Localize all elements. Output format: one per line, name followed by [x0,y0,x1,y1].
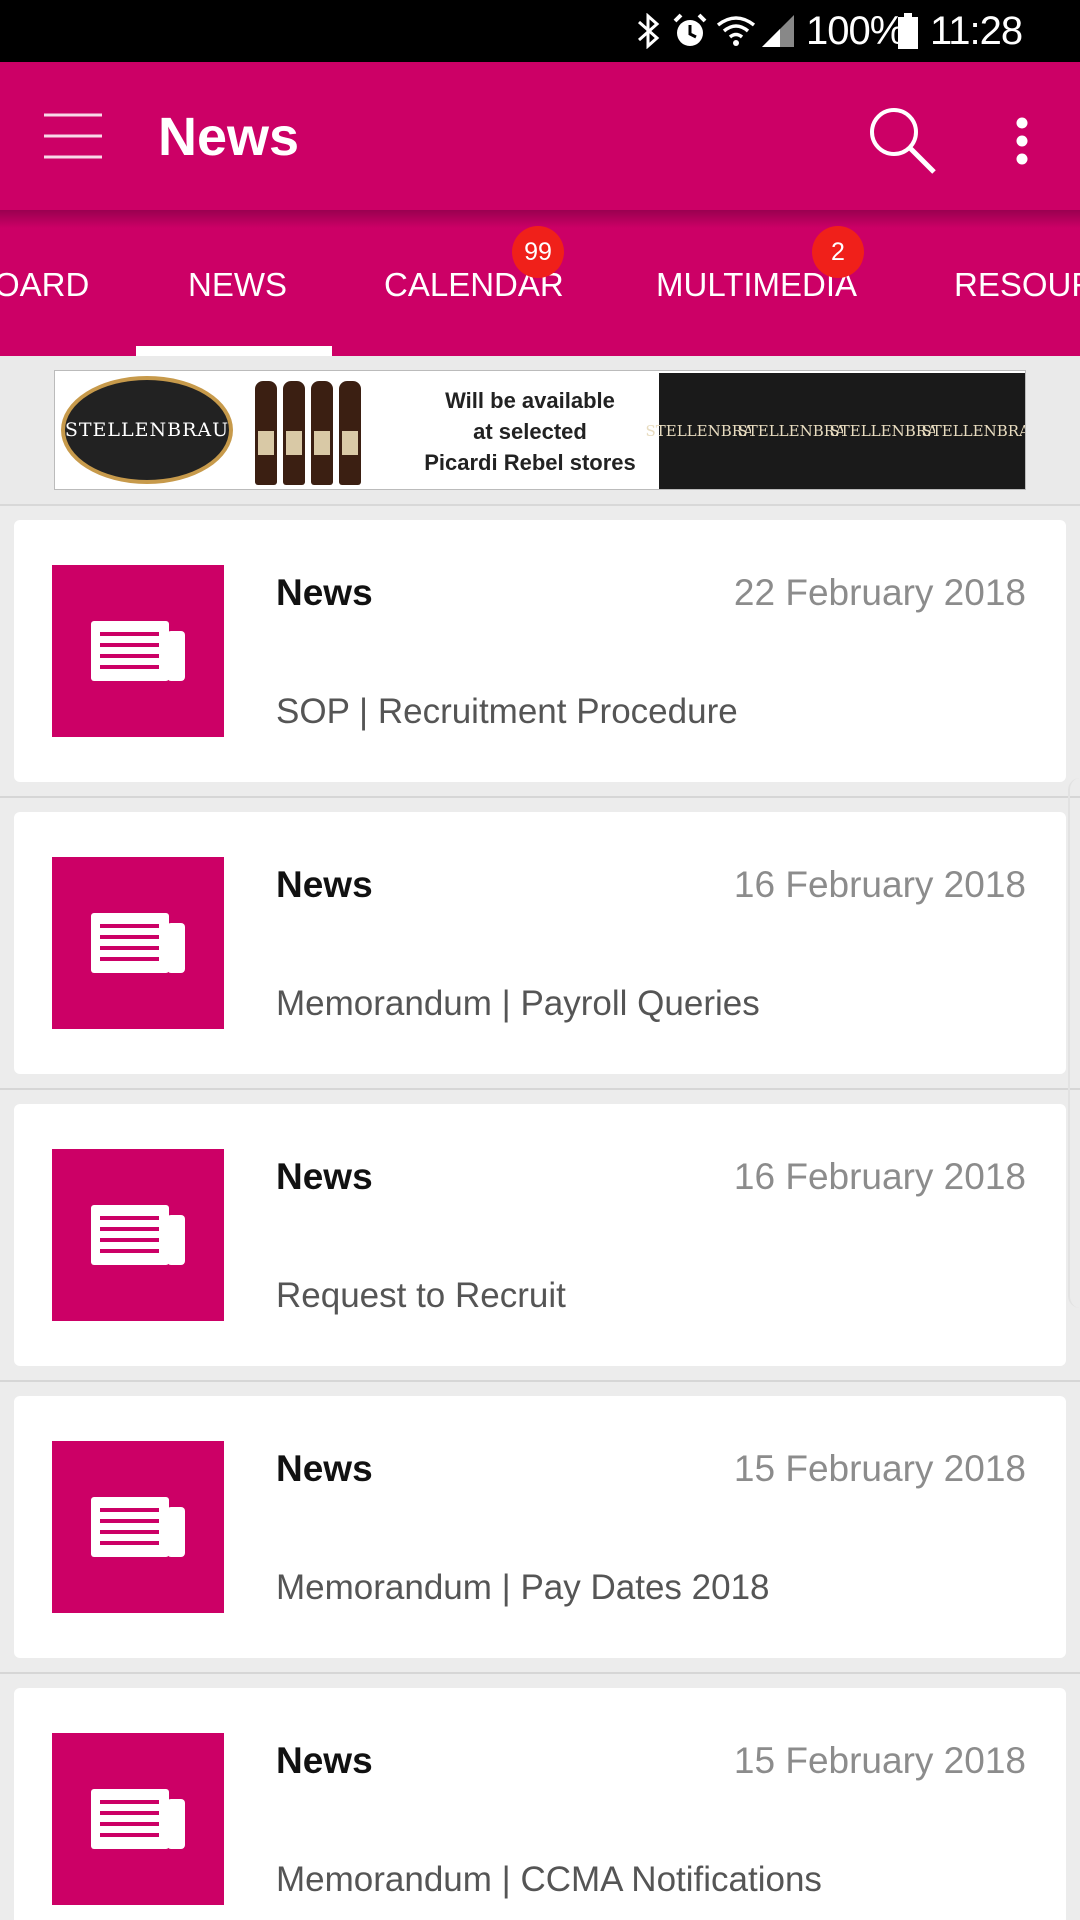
banner-text-line: at selected [473,419,587,444]
clock: 11:28 [930,8,1023,53]
calendar-badge: 99 [512,226,564,278]
news-card[interactable]: News 16 February 2018 Request to Recruit [14,1104,1066,1366]
ad-banner[interactable]: STELLENBRAU Will be available at selecte… [54,370,1026,490]
news-card[interactable]: News 22 February 2018 SOP | Recruitment … [14,520,1066,782]
news-category: News [276,572,373,613]
bluetooth-icon [636,0,662,62]
news-card[interactable]: News 16 February 2018 Memorandum | Payro… [14,812,1066,1074]
bottle-image [283,381,305,485]
news-title: SOP | Recruitment Procedure [276,692,738,731]
news-category: News [276,864,373,905]
wifi-icon [716,0,756,62]
newspaper-icon [52,565,224,737]
beer-label: STELLENBRAU [921,373,1025,489]
newspaper-icon [52,1441,224,1613]
brand-logo-text: STELLENBRAU [64,419,230,441]
news-category: News [276,1740,373,1781]
banner-text-line: Will be available [445,388,615,413]
list-item[interactable]: News 22 February 2018 SOP | Recruitment … [0,506,1080,798]
newspaper-icon [52,857,224,1029]
page-title: News [158,107,300,167]
tab-news[interactable]: NEWS [188,266,287,304]
more-vert-icon[interactable] [1000,108,1044,174]
news-card[interactable]: News 15 February 2018 Memorandum | CCMA … [14,1688,1066,1920]
tab-dashboard[interactable]: OARD [0,266,89,304]
search-icon[interactable] [860,98,944,182]
news-date: 15 February 2018 [733,1448,1026,1489]
bottle-image [339,381,361,485]
newspaper-icon [52,1149,224,1321]
battery-icon [898,0,918,62]
tab-indicator [136,346,332,356]
news-date: 16 February 2018 [733,864,1026,905]
banner-text: Will be available at selected Picardi Re… [410,385,650,478]
news-category: News [276,1156,373,1197]
signal-icon [760,0,796,62]
news-title: Memorandum | Pay Dates 2018 [276,1568,770,1607]
news-date: 15 February 2018 [733,1740,1026,1781]
app-bar: News [0,62,1080,210]
banner-area: STELLENBRAU Will be available at selecte… [0,356,1080,506]
news-title: Memorandum | CCMA Notifications [276,1860,822,1899]
bottle-image [311,381,333,485]
bottle-image [255,381,277,485]
news-card[interactable]: News 15 February 2018 Memorandum | Pay D… [14,1396,1066,1658]
multimedia-badge: 2 [812,226,864,278]
news-title: Memorandum | Payroll Queries [276,984,760,1023]
news-list: News 22 February 2018 SOP | Recruitment … [0,506,1080,1920]
menu-icon[interactable] [36,106,110,166]
tab-resources[interactable]: RESOUR [954,266,1080,304]
status-bar: 100% 11:28 [0,0,1080,62]
newspaper-icon [52,1733,224,1905]
alarm-icon [672,0,708,62]
news-date: 22 February 2018 [733,572,1026,613]
news-title: Request to Recruit [276,1276,566,1315]
scrollbar[interactable] [1068,778,1080,1308]
battery-percent: 100% [806,8,905,53]
list-item[interactable]: News 15 February 2018 Memorandum | Pay D… [0,1382,1080,1674]
news-category: News [276,1448,373,1489]
list-item[interactable]: News 16 February 2018 Request to Recruit [0,1090,1080,1382]
brand-logo: STELLENBRAU [61,376,233,484]
banner-text-line: Picardi Rebel stores [424,450,636,475]
list-item[interactable]: News 15 February 2018 Memorandum | CCMA … [0,1674,1080,1920]
list-item[interactable]: News 16 February 2018 Memorandum | Payro… [0,798,1080,1090]
news-date: 16 February 2018 [733,1156,1026,1197]
